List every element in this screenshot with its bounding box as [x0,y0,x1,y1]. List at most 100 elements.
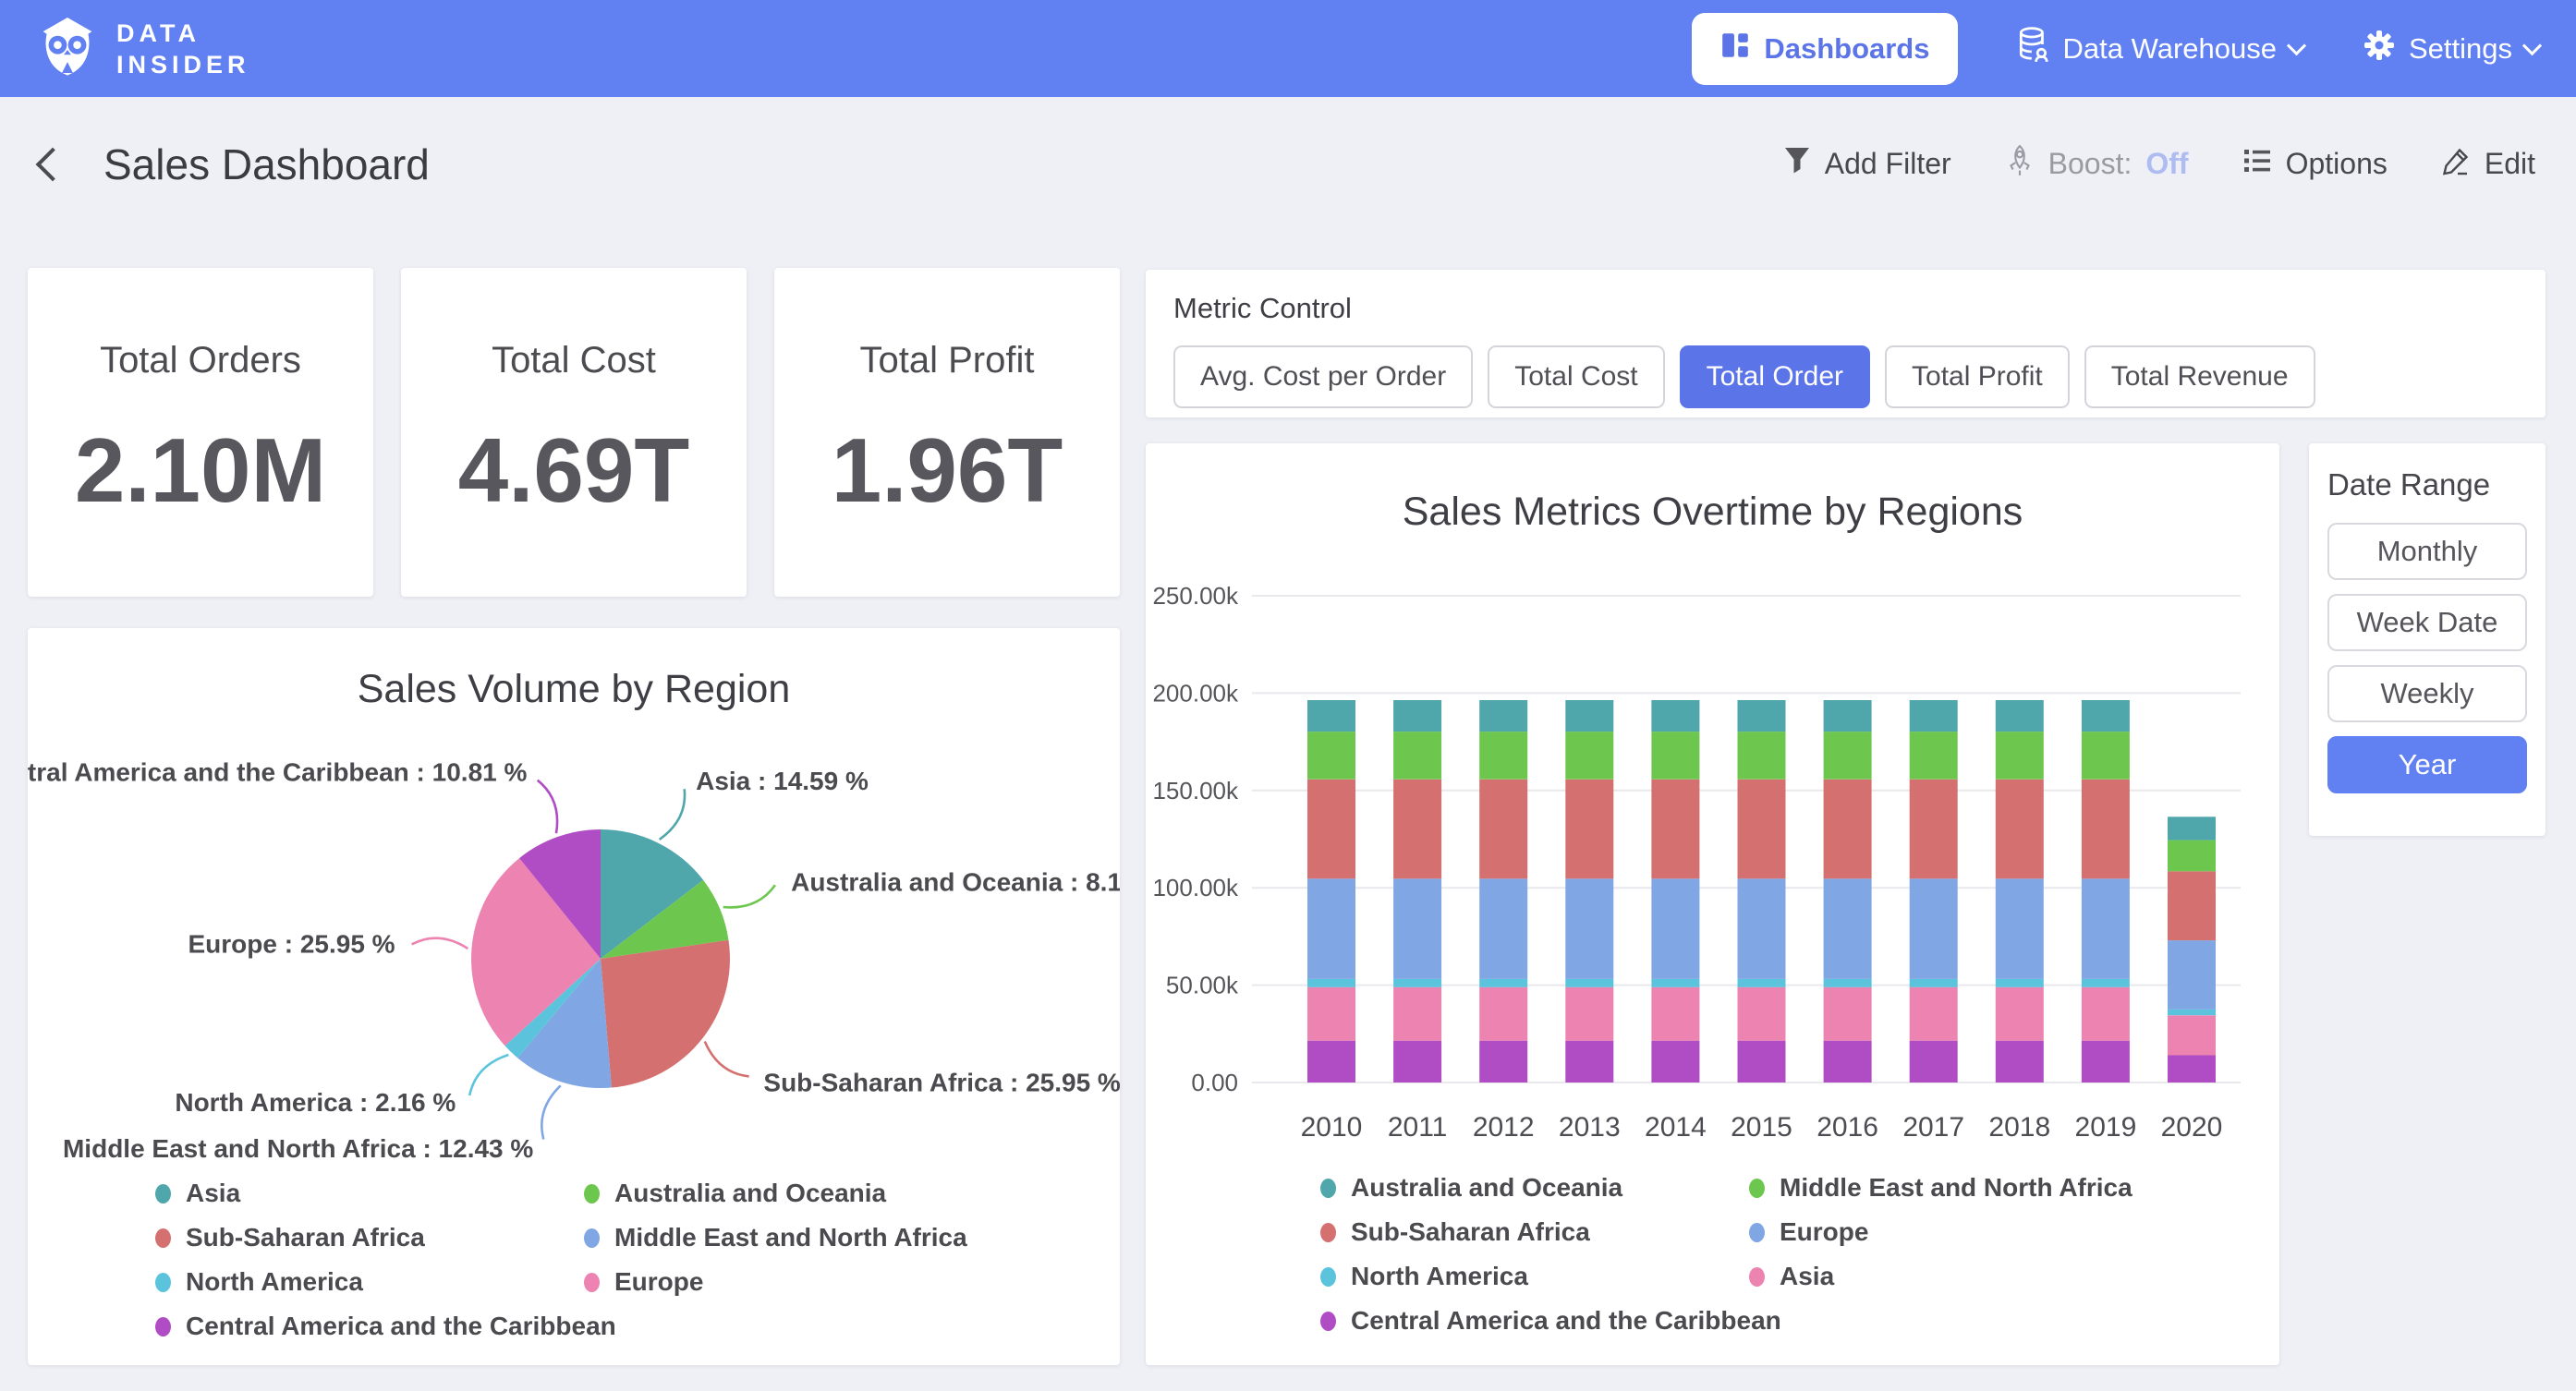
bar-segment-europe[interactable] [2168,940,2216,1010]
date-range-option-year[interactable]: Year [2327,736,2527,793]
bar-segment-middle-east-and-north-africa[interactable] [1479,732,1527,780]
bar-segment-europe[interactable] [1824,878,1872,979]
bar-segment-asia[interactable] [1393,987,1441,1041]
legend-item-sub-saharan-africa[interactable]: Sub-Saharan Africa [155,1223,584,1252]
date-range-option-monthly[interactable]: Monthly [2327,523,2527,580]
bar-segment-central-america-and-the-caribbean[interactable] [1565,1041,1613,1083]
bar-segment-sub-saharan-africa[interactable] [2082,780,2130,879]
brand-logo[interactable]: DATA INSIDER [37,16,250,81]
legend-item-asia[interactable]: Asia [1749,1262,2132,1291]
bar-segment-middle-east-and-north-africa[interactable] [1824,732,1872,780]
options-button[interactable]: Options [2242,147,2388,182]
edit-button[interactable]: Edit [2441,146,2535,183]
bar-segment-north-america[interactable] [2082,979,2130,987]
metric-option-total-cost[interactable]: Total Cost [1488,345,1664,408]
bar-segment-asia[interactable] [1738,987,1786,1041]
metric-option-avg-cost-per-order[interactable]: Avg. Cost per Order [1173,345,1473,408]
bar-segment-central-america-and-the-caribbean[interactable] [1996,1041,2044,1083]
bar-segment-north-america[interactable] [1996,979,2044,987]
bar-segment-asia[interactable] [1910,987,1958,1041]
bar-segment-australia-and-oceania[interactable] [1738,700,1786,732]
bar-segment-europe[interactable] [1565,878,1613,979]
bar-segment-central-america-and-the-caribbean[interactable] [2082,1041,2130,1083]
bar-segment-north-america[interactable] [1393,979,1441,987]
bar-segment-north-america[interactable] [2168,1010,2216,1015]
bar-segment-australia-and-oceania[interactable] [1393,700,1441,732]
date-range-option-week-date[interactable]: Week Date [2327,594,2527,651]
bar-segment-sub-saharan-africa[interactable] [1910,780,1958,879]
bar-segment-sub-saharan-africa[interactable] [1479,780,1527,879]
bar-segment-europe[interactable] [1651,878,1699,979]
bar-segment-middle-east-and-north-africa[interactable] [2168,841,2216,872]
metric-option-total-order[interactable]: Total Order [1680,345,1870,408]
bar-segment-north-america[interactable] [1651,979,1699,987]
bar-segment-north-america[interactable] [1824,979,1872,987]
bar-segment-north-america[interactable] [1910,979,1958,987]
legend-item-australia-and-oceania[interactable]: Australia and Oceania [584,1179,967,1208]
bar-segment-middle-east-and-north-africa[interactable] [2082,732,2130,780]
bar-segment-central-america-and-the-caribbean[interactable] [2168,1056,2216,1083]
nav-dashboards[interactable]: Dashboards [1692,13,1957,85]
legend-item-europe[interactable]: Europe [1749,1217,2132,1247]
bar-segment-australia-and-oceania[interactable] [1307,700,1355,732]
bar-segment-asia[interactable] [1651,987,1699,1041]
bar-segment-australia-and-oceania[interactable] [1996,700,2044,732]
legend-item-middle-east-and-north-africa[interactable]: Middle East and North Africa [1749,1173,2132,1203]
bar-segment-australia-and-oceania[interactable] [1910,700,1958,732]
bar-segment-sub-saharan-africa[interactable] [1307,780,1355,879]
pie-slice-sub-saharan-africa[interactable] [601,940,730,1088]
bar-segment-north-america[interactable] [1307,979,1355,987]
bar-segment-europe[interactable] [1393,878,1441,979]
bar-segment-middle-east-and-north-africa[interactable] [1565,732,1613,780]
legend-item-central-america-and-the-caribbean[interactable]: Central America and the Caribbean [155,1312,584,1341]
legend-item-europe[interactable]: Europe [584,1267,967,1297]
bar-segment-asia[interactable] [1824,987,1872,1041]
metric-option-total-profit[interactable]: Total Profit [1885,345,2070,408]
bar-segment-europe[interactable] [1479,878,1527,979]
boost-toggle[interactable]: Boost: Off [2005,144,2189,185]
legend-item-central-america-and-the-caribbean[interactable]: Central America and the Caribbean [1320,1306,1749,1336]
bar-segment-north-america[interactable] [1565,979,1613,987]
metric-option-total-revenue[interactable]: Total Revenue [2084,345,2315,408]
bar-segment-sub-saharan-africa[interactable] [1738,780,1786,879]
legend-item-sub-saharan-africa[interactable]: Sub-Saharan Africa [1320,1217,1749,1247]
bar-segment-middle-east-and-north-africa[interactable] [1651,732,1699,780]
nav-settings[interactable]: Settings [2363,29,2539,69]
bar-segment-europe[interactable] [2082,878,2130,979]
legend-item-north-america[interactable]: North America [1320,1262,1749,1291]
bar-segment-north-america[interactable] [1479,979,1527,987]
bar-segment-europe[interactable] [1996,878,2044,979]
bar-segment-australia-and-oceania[interactable] [1651,700,1699,732]
add-filter-button[interactable]: Add Filter [1783,146,1951,183]
bar-segment-australia-and-oceania[interactable] [2082,700,2130,732]
bar-segment-sub-saharan-africa[interactable] [1651,780,1699,879]
bar-segment-sub-saharan-africa[interactable] [1565,780,1613,879]
nav-data-warehouse[interactable]: Data Warehouse [2017,27,2303,71]
bar-segment-central-america-and-the-caribbean[interactable] [1910,1041,1958,1083]
bar-segment-central-america-and-the-caribbean[interactable] [1738,1041,1786,1083]
bar-segment-asia[interactable] [1479,987,1527,1041]
back-chevron-icon[interactable] [36,147,70,181]
bar-segment-australia-and-oceania[interactable] [1565,700,1613,732]
bar-segment-central-america-and-the-caribbean[interactable] [1479,1041,1527,1083]
bar-segment-middle-east-and-north-africa[interactable] [1738,732,1786,780]
bar-segment-north-america[interactable] [1738,979,1786,987]
bar-segment-asia[interactable] [1996,987,2044,1041]
legend-item-australia-and-oceania[interactable]: Australia and Oceania [1320,1173,1749,1203]
bar-segment-europe[interactable] [1738,878,1786,979]
bar-segment-sub-saharan-africa[interactable] [2168,871,2216,940]
bar-segment-europe[interactable] [1910,878,1958,979]
date-range-option-weekly[interactable]: Weekly [2327,665,2527,722]
bar-segment-middle-east-and-north-africa[interactable] [1393,732,1441,780]
bar-segment-asia[interactable] [1565,987,1613,1041]
legend-item-asia[interactable]: Asia [155,1179,584,1208]
bar-segment-middle-east-and-north-africa[interactable] [1910,732,1958,780]
bar-segment-australia-and-oceania[interactable] [1479,700,1527,732]
bar-segment-central-america-and-the-caribbean[interactable] [1824,1041,1872,1083]
bar-segment-asia[interactable] [2082,987,2130,1041]
bar-segment-sub-saharan-africa[interactable] [1824,780,1872,879]
bar-segment-middle-east-and-north-africa[interactable] [1307,732,1355,780]
bar-segment-middle-east-and-north-africa[interactable] [1996,732,2044,780]
bar-segment-asia[interactable] [1307,987,1355,1041]
bar-segment-europe[interactable] [1307,878,1355,979]
